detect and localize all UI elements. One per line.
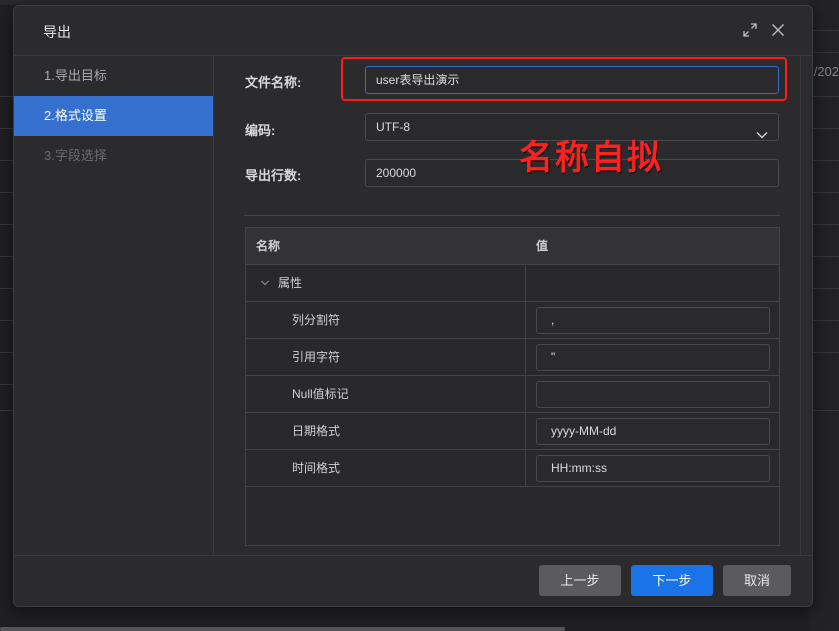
encoding-value: UTF-8 xyxy=(376,120,410,134)
format-properties-table: 名称 值 属性 列分割符 , 引用字符 " Null值标记 日期格式 yyyy-… xyxy=(245,227,780,546)
table-row: 日期格式 yyyy-MM-dd xyxy=(246,413,779,450)
prev-step-button[interactable]: 上一步 xyxy=(539,565,621,596)
chevron-down-icon[interactable] xyxy=(260,276,270,291)
panel-divider xyxy=(213,56,214,555)
table-row: 列分割符 , xyxy=(246,302,779,339)
encoding-label: 编码: xyxy=(245,123,276,138)
filename-label: 文件名称: xyxy=(245,75,302,90)
dialog-footer: 上一步 下一步 取消 xyxy=(14,555,812,606)
cancel-button[interactable]: 取消 xyxy=(723,565,791,596)
close-icon[interactable] xyxy=(768,20,788,40)
steps-panel: 1.导出目标 2.格式设置 3.字段选择 xyxy=(14,56,213,555)
chevron-down-icon xyxy=(756,122,768,148)
table-row: 时间格式 HH:mm:ss xyxy=(246,450,779,487)
annotation-highlight-box xyxy=(341,57,787,101)
table-row: 引用字符 " xyxy=(246,339,779,376)
background-right-column xyxy=(809,0,839,631)
property-name: Null值标记 xyxy=(292,387,349,401)
export-dialog: 导出 1.导出目标 2.格式设置 3.字段选择 文件名称: user表导出演示 … xyxy=(13,5,813,607)
header-value: 值 xyxy=(536,239,549,253)
property-name: 时间格式 xyxy=(292,461,341,475)
time-format-input[interactable]: HH:mm:ss xyxy=(536,455,770,482)
content-right-border xyxy=(800,56,801,555)
header-name: 名称 xyxy=(256,239,281,253)
annotation-text: 名称自拟 xyxy=(519,139,663,177)
table-header: 名称 值 xyxy=(246,228,779,265)
quote-char-input[interactable]: " xyxy=(536,344,770,371)
property-name: 列分割符 xyxy=(292,313,341,327)
step-format-settings[interactable]: 2.格式设置 xyxy=(14,96,213,136)
column-separator-input[interactable]: , xyxy=(536,307,770,334)
date-format-input[interactable]: yyyy-MM-dd xyxy=(536,418,770,445)
table-row: Null值标记 xyxy=(246,376,779,413)
property-name: 引用字符 xyxy=(292,350,341,364)
step-export-target[interactable]: 1.导出目标 xyxy=(14,56,213,96)
next-step-button[interactable]: 下一步 xyxy=(631,565,713,596)
property-name: 日期格式 xyxy=(292,424,341,438)
horizontal-scrollbar[interactable] xyxy=(0,627,565,631)
expand-icon[interactable] xyxy=(740,20,760,40)
dialog-title: 导出 xyxy=(43,24,71,40)
background-date-text: /202 xyxy=(813,64,839,79)
dialog-header: 导出 xyxy=(14,6,812,56)
null-marker-input[interactable] xyxy=(536,381,770,408)
step-field-selection[interactable]: 3.字段选择 xyxy=(14,136,213,176)
property-group-row[interactable]: 属性 xyxy=(246,265,779,302)
rows-label: 导出行数: xyxy=(245,168,302,183)
form-divider xyxy=(244,215,780,216)
group-label: 属性 xyxy=(278,276,303,290)
